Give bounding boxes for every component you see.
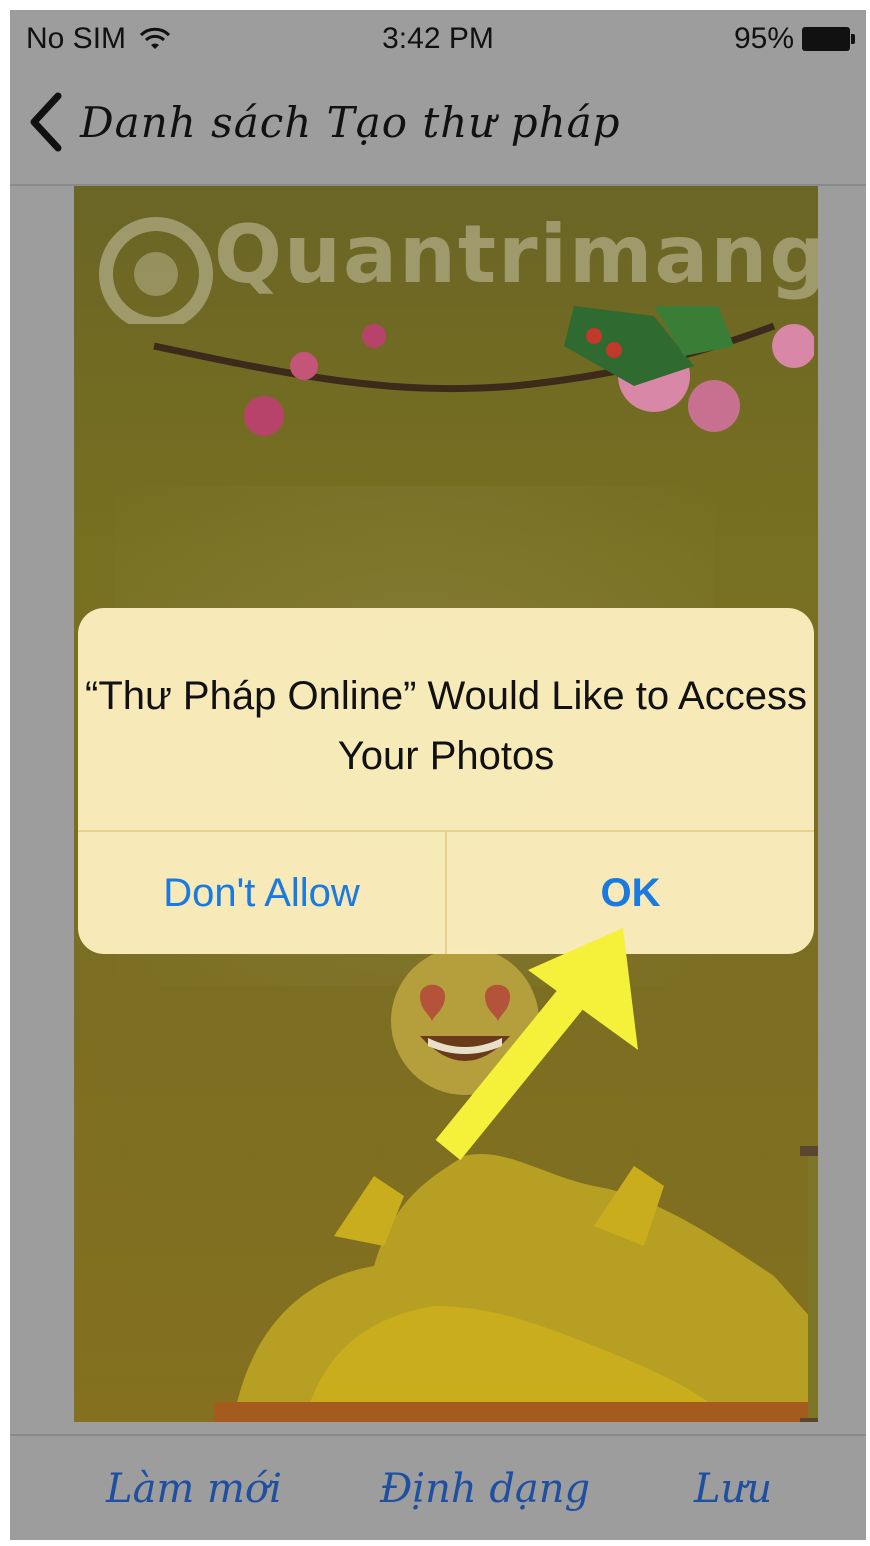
status-bar: No SIM 3:42 PM 95% <box>10 10 866 68</box>
battery-icon <box>802 27 856 51</box>
watermark-text: Quantrimang <box>214 208 818 301</box>
status-right: 95% <box>734 22 856 56</box>
battery-percent: 95% <box>733 22 794 55</box>
annotation-arrow-icon <box>435 928 638 1161</box>
scroll-preview-thumbnail[interactable] <box>800 1146 818 1422</box>
back-button[interactable]: Danh sách Tạo thư pháp <box>26 90 621 154</box>
navigation-bar: Danh sách Tạo thư pháp <box>10 68 866 186</box>
back-label: Danh sách Tạo thư pháp <box>80 97 621 147</box>
bottom-toolbar: Làm mới Định dạng Lưu <box>10 1434 866 1540</box>
dont-allow-button[interactable]: Don't Allow <box>78 832 445 954</box>
blossom-branch-image <box>153 306 814 436</box>
chevron-left-icon <box>30 92 62 152</box>
phone-screen: No SIM 3:42 PM 95% Danh sách Tạo thư phá… <box>10 10 866 1540</box>
format-button[interactable]: Định dạng <box>380 1466 590 1512</box>
permission-alert: “Thư Pháp Online” Would Like to Access Y… <box>78 608 814 954</box>
refresh-button[interactable]: Làm mới <box>106 1466 282 1512</box>
alert-title: “Thư Pháp Online” Would Like to Access Y… <box>85 674 807 778</box>
save-button[interactable]: Lưu <box>694 1466 772 1512</box>
